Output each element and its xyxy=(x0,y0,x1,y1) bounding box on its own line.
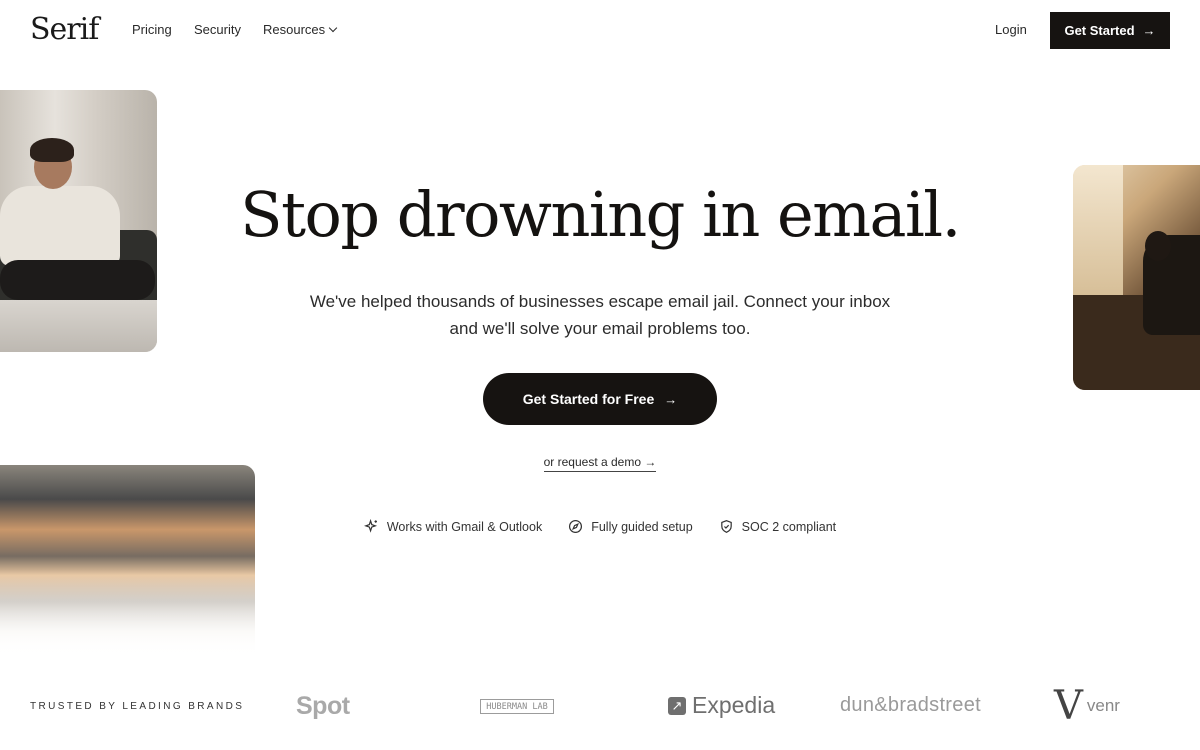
feature-label: SOC 2 compliant xyxy=(741,519,837,534)
request-demo-row: or request a demo → xyxy=(0,455,1200,472)
top-nav: Serif Pricing Security Resources Login G… xyxy=(0,0,1200,60)
feature-gmail-outlook: Works with Gmail & Outlook xyxy=(363,519,543,534)
brand-logo-expedia: ↗ Expedia xyxy=(668,692,775,719)
brand-logo-huberman-lab: HUBERMAN LAB xyxy=(480,699,554,714)
chevron-down-icon xyxy=(328,23,338,33)
compass-icon xyxy=(569,519,583,534)
hero-subtitle-line-2: and we'll solve your email problems too. xyxy=(449,319,751,338)
nav-security-link[interactable]: Security xyxy=(194,22,241,37)
brand-logo-hubspot: Spot xyxy=(296,692,350,720)
trusted-brands-heading: TRUSTED BY LEADING BRANDS xyxy=(30,701,245,712)
arrow-right-icon: → xyxy=(1142,23,1156,38)
sparkle-icon xyxy=(363,519,377,533)
venrock-v-mark: V xyxy=(1054,683,1083,729)
nav-resources-label: Resources xyxy=(263,22,326,37)
login-link[interactable]: Login xyxy=(995,22,1027,37)
get-started-button[interactable]: Get Started → xyxy=(1050,12,1170,49)
shield-check-icon xyxy=(720,520,732,533)
request-demo-link[interactable]: or request a demo → xyxy=(543,455,657,472)
feature-label: Fully guided setup xyxy=(591,519,693,534)
hero-title: Stop drowning in email. xyxy=(240,178,961,251)
hero-subtitle-line-1: We've helped thousands of businesses esc… xyxy=(309,292,891,311)
nav-pricing-link[interactable]: Pricing xyxy=(132,22,172,37)
get-started-free-button[interactable]: Get Started for Free → xyxy=(483,373,717,425)
brand-logo-dun-bradstreet: dun&bradstreet xyxy=(840,694,981,716)
hero-subtitle: We've helped thousands of businesses esc… xyxy=(270,288,930,342)
brand-logo-venrock: V venr xyxy=(1054,683,1120,729)
hero-photo-blurred-landscape xyxy=(0,465,255,655)
get-started-label: Get Started xyxy=(1064,23,1135,38)
serif-logo[interactable]: Serif xyxy=(30,12,99,47)
arrow-right-icon: → xyxy=(664,391,678,407)
nav-resources-dropdown[interactable]: Resources xyxy=(263,22,338,37)
brand-logo-venrock-text: venr xyxy=(1086,696,1120,715)
get-started-free-label: Get Started for Free xyxy=(522,391,655,407)
feature-list: Works with Gmail & Outlook Fully guided … xyxy=(0,519,1200,534)
feature-guided-setup: Fully guided setup xyxy=(568,519,693,534)
expedia-arrow-icon: ↗ xyxy=(668,696,686,715)
brand-logo-expedia-text: Expedia xyxy=(692,692,776,718)
feature-soc2: SOC 2 compliant xyxy=(719,519,836,534)
feature-label: Works with Gmail & Outlook xyxy=(386,519,543,534)
